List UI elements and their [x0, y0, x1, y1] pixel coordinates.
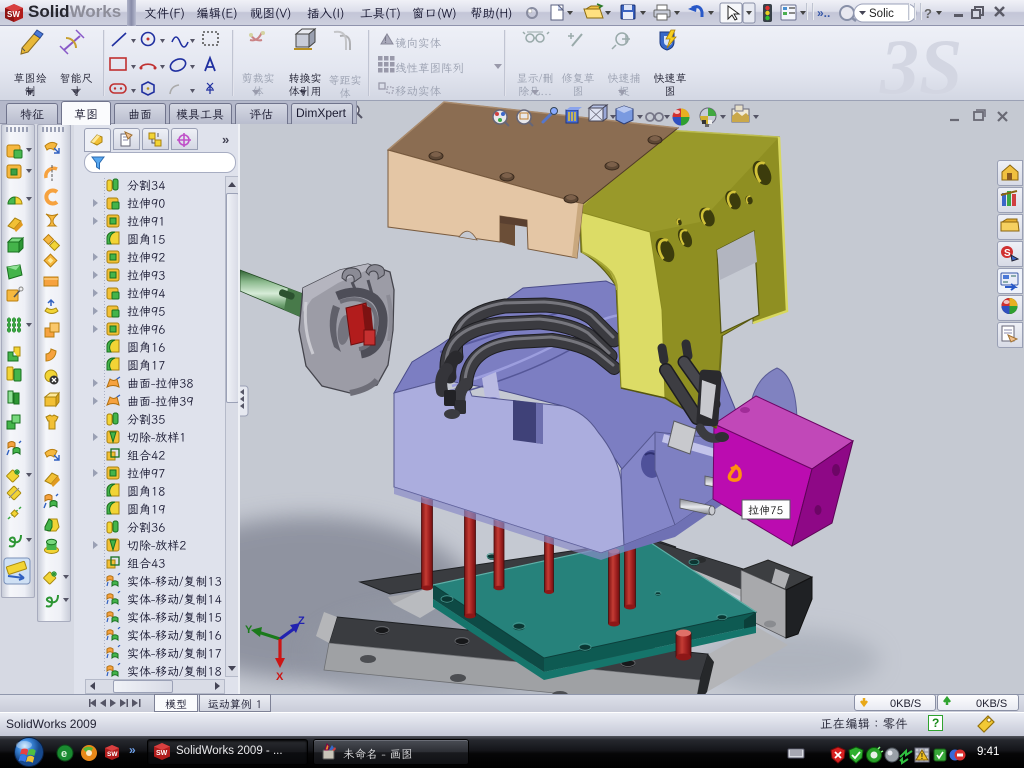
svg-text:e: e	[61, 748, 67, 760]
svg-text:!: !	[384, 35, 387, 45]
svg-text:?: ?	[924, 6, 932, 21]
svg-text:SW: SW	[7, 10, 20, 19]
svg-text:Solic: Solic	[869, 8, 894, 20]
svg-text:Y: Y	[245, 624, 253, 636]
svg-text:X: X	[276, 671, 284, 683]
svg-text:!: !	[921, 752, 924, 761]
svg-text:SW: SW	[107, 751, 118, 758]
svg-text:S: S	[1004, 248, 1011, 259]
svg-text:0KB/S: 0KB/S	[890, 698, 921, 710]
svg-text:SW: SW	[156, 750, 168, 757]
svg-text:0KB/S: 0KB/S	[976, 698, 1007, 710]
svg-text:Z: Z	[298, 615, 305, 627]
svg-text:»: »	[129, 744, 136, 757]
svg-text:»..: »..	[817, 6, 830, 20]
